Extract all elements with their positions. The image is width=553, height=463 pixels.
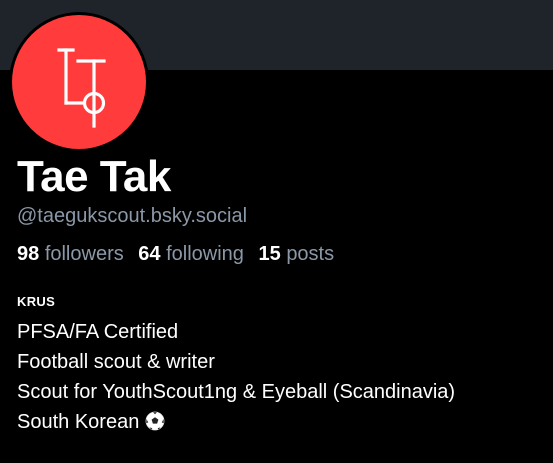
posts-label: posts: [286, 243, 335, 265]
bio-line-text: South Korean: [17, 411, 140, 433]
following-count: 64: [138, 243, 161, 265]
avatar[interactable]: [9, 12, 149, 152]
posts-count: 15: [258, 243, 281, 265]
profile-stats: 98 followers 64 following 15 posts: [17, 243, 343, 266]
bio-line: PFSA/FA Certified: [17, 321, 179, 343]
soccer-ball-icon: [145, 410, 165, 440]
bio-line: Scout for YouthScout1ng & Eyeball (Scand…: [17, 381, 456, 403]
taegeuk-logo-icon: [57, 48, 106, 128]
followers-count: 98: [17, 243, 40, 265]
bio-line: Football scout & writer: [17, 351, 215, 373]
avatar-image: [12, 15, 146, 149]
profile-bio: PFSA/FA Certified Football scout & write…: [17, 317, 455, 440]
followers-label: followers: [44, 243, 124, 265]
posts-stat: 15 posts: [259, 243, 335, 266]
following-link[interactable]: 64 following: [138, 243, 244, 266]
bio-line-last: South Korean: [17, 407, 455, 440]
profile-page: Tae Tak @taegukscout.bsky.social 98 foll…: [0, 0, 553, 463]
display-name: Tae Tak: [17, 152, 171, 201]
bio-tag: KRUS: [17, 294, 56, 309]
profile-handle[interactable]: @taegukscout.bsky.social: [17, 205, 247, 228]
following-label: following: [166, 243, 244, 265]
followers-link[interactable]: 98 followers: [17, 243, 124, 266]
